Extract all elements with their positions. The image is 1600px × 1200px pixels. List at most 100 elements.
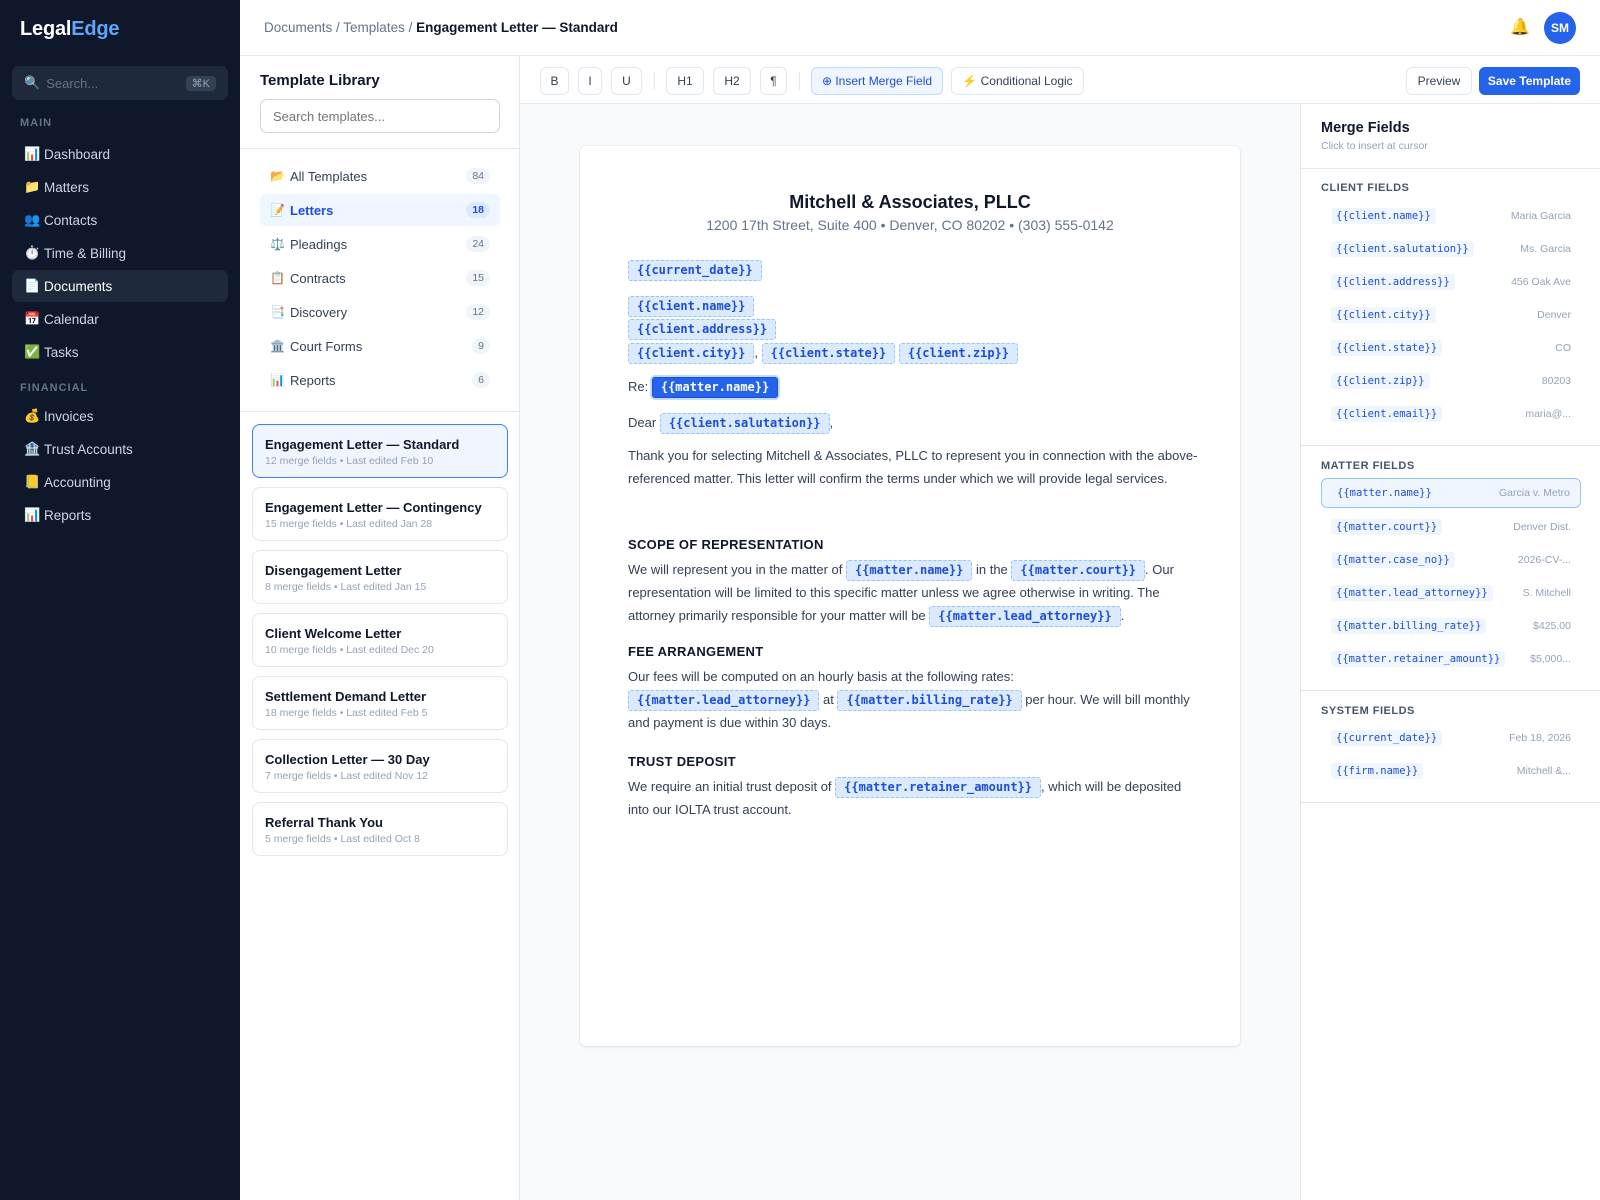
category-contracts[interactable]: 📋 Contracts 15 — [260, 262, 500, 294]
sidebar-search[interactable]: 🔍 Search... ⌘K — [12, 66, 228, 100]
category-reports[interactable]: 📊 Reports 6 — [260, 364, 500, 396]
app-logo[interactable]: LegalEdge — [20, 18, 120, 41]
category-letters[interactable]: 📝 Letters 18 — [260, 194, 500, 226]
merge-field-chip[interactable]: {{matter.billing_rate}} — [837, 690, 1022, 711]
category-court-forms[interactable]: 🏛️ Court Forms 9 — [260, 330, 500, 362]
merge-field-row[interactable]: {{matter.case_no}} 2026-CV-... — [1321, 545, 1581, 575]
field-code: {{current_date}} — [1331, 730, 1443, 746]
paragraph-button[interactable]: ¶ — [760, 67, 787, 95]
merge-field-chip[interactable]: {{current_date}} — [628, 260, 762, 281]
breadcrumb-separator: / — [332, 20, 344, 35]
field-value: Garcia v. Metro — [1499, 487, 1570, 499]
template-card[interactable]: Engagement Letter — Standard 12 merge fie… — [252, 424, 508, 478]
underline-button[interactable]: U — [611, 67, 642, 95]
section-heading: TRUST DEPOSIT — [628, 754, 736, 769]
document-page[interactable]: Mitchell & Associates, PLLC 1200 17th St… — [580, 146, 1240, 1046]
category-label: Letters — [290, 202, 334, 218]
merge-field-chip[interactable]: {{client.name}} — [628, 296, 755, 317]
category-discovery[interactable]: 📑 Discovery 12 — [260, 296, 500, 328]
template-card[interactable]: Settlement Demand Letter 18 merge fields … — [252, 676, 508, 730]
merge-field-row[interactable]: {{client.city}} Denver — [1321, 300, 1581, 330]
merge-field-chip[interactable]: {{matter.court}} — [1011, 560, 1146, 581]
template-card[interactable]: Disengagement Letter 8 merge fields • Las… — [252, 550, 508, 604]
bell-icon[interactable]: 🔔 — [1510, 17, 1530, 37]
field-value: 456 Oak Ave — [1511, 276, 1571, 288]
category-pleadings[interactable]: ⚖️ Pleadings 24 — [260, 228, 500, 260]
field-code: {{matter.lead_attorney}} — [1331, 585, 1493, 601]
template-card[interactable]: Engagement Letter — Contingency 15 merge … — [252, 487, 508, 541]
heading1-button[interactable]: H1 — [666, 67, 704, 95]
merge-field-row[interactable]: {{client.email}} maria@... — [1321, 399, 1581, 429]
merge-field-row[interactable]: {{client.name}} Maria Garcia — [1321, 201, 1581, 231]
merge-field-row[interactable]: {{current_date}} Feb 18, 2026 — [1321, 723, 1581, 753]
merge-field-row-active[interactable]: {{matter.name}} Garcia v. Metro — [1321, 478, 1581, 508]
template-meta: 8 merge fields • Last edited Jan 15 — [265, 581, 427, 593]
merge-field-row[interactable]: {{matter.lead_attorney}} S. Mitchell — [1321, 578, 1581, 608]
heading2-button[interactable]: H2 — [713, 67, 751, 95]
sidebar-item-documents[interactable]: 📄 Documents — [12, 270, 228, 302]
sidebar-item-reports[interactable]: 📊 Reports — [12, 499, 228, 531]
merge-field-chip[interactable]: {{matter.name}} — [845, 560, 973, 581]
template-card[interactable]: Referral Thank You 5 merge fields • Last … — [252, 802, 508, 856]
merge-field-chip[interactable]: {{client.zip}} — [898, 343, 1018, 364]
merge-field-chip[interactable]: {{client.salutation}} — [659, 413, 830, 434]
merge-field-chip[interactable]: {{client.state}} — [761, 343, 896, 364]
sidebar-item-tasks[interactable]: ✅ Tasks — [12, 336, 228, 368]
divider — [240, 411, 519, 412]
bold-button[interactable]: B — [540, 67, 569, 95]
money-bag-icon: 💰 — [24, 408, 41, 423]
doc-text: We will represent you in the matter of — [628, 562, 843, 577]
fee-paragraph: Our fees will be computed on an hourly b… — [628, 665, 1198, 734]
scope-paragraph: We will represent you in the matter of {… — [628, 558, 1198, 627]
doc-text: Our fees will be computed on an hourly b… — [628, 669, 1014, 684]
template-card[interactable]: Client Welcome Letter 10 merge fields • L… — [252, 613, 508, 667]
sidebar-item-trust-accounts[interactable]: 🏦 Trust Accounts — [12, 433, 228, 465]
save-template-button[interactable]: Save Template — [1479, 67, 1580, 95]
field-code: {{client.salutation}} — [1331, 241, 1474, 257]
category-count: 24 — [466, 236, 490, 252]
merge-field-row[interactable]: {{matter.court}} Denver Dist. — [1321, 512, 1581, 542]
merge-field-chip[interactable]: {{matter.retainer_amount}} — [835, 777, 1041, 798]
group-label-system: SYSTEM FIELDS — [1321, 705, 1415, 717]
template-search-input[interactable] — [260, 99, 500, 133]
topbar: Documents / Templates / Engagement Lette… — [240, 0, 1600, 56]
merge-field-chip[interactable]: {{client.city}} — [628, 343, 755, 364]
italic-button[interactable]: I — [578, 67, 602, 95]
merge-field-chip-selected[interactable]: {{matter.name}} — [651, 377, 779, 398]
template-library: Template Library 📂 All Templates 84 📝 Lette… — [240, 56, 520, 1200]
field-value: $5,000... — [1530, 653, 1571, 665]
category-label: Reports — [290, 372, 336, 388]
stopwatch-icon: ⏱️ — [24, 245, 41, 260]
breadcrumb-templates[interactable]: Templates — [343, 20, 405, 35]
preview-button[interactable]: Preview — [1406, 67, 1472, 95]
scales-icon: ⚖️ — [270, 237, 285, 251]
breadcrumb-documents[interactable]: Documents — [264, 20, 332, 35]
merge-field-chip[interactable]: {{client.address}} — [628, 319, 777, 340]
merge-field-row[interactable]: {{client.state}} CO — [1321, 333, 1581, 363]
sidebar-item-contacts[interactable]: 👥 Contacts — [12, 204, 228, 236]
sidebar-item-time-billing[interactable]: ⏱️ Time & Billing — [12, 237, 228, 269]
avatar[interactable]: SM — [1544, 12, 1576, 44]
field-code: {{client.city}} — [1331, 307, 1436, 323]
sidebar-item-calendar[interactable]: 📅 Calendar — [12, 303, 228, 335]
category-all-templates[interactable]: 📂 All Templates 84 — [260, 160, 500, 192]
merge-field-row[interactable]: {{firm.name}} Mitchell &... — [1321, 756, 1581, 786]
field-code: {{matter.case_no}} — [1331, 552, 1455, 568]
group-label-matter: MATTER FIELDS — [1321, 460, 1415, 472]
insert-merge-field-button[interactable]: ⊕ Insert Merge Field — [811, 67, 943, 95]
merge-field-row[interactable]: {{matter.billing_rate}} $425.00 — [1321, 611, 1581, 641]
template-card[interactable]: Collection Letter — 30 Day 7 merge fields… — [252, 739, 508, 793]
conditional-logic-button[interactable]: ⚡ Conditional Logic — [951, 67, 1084, 95]
merge-field-row[interactable]: {{matter.retainer_amount}} $5,000... — [1321, 644, 1581, 674]
sidebar-item-dashboard[interactable]: 📊 Dashboard — [12, 138, 228, 170]
merge-field-row[interactable]: {{client.salutation}} Ms. Garcia — [1321, 234, 1581, 264]
merge-field-chip[interactable]: {{matter.lead_attorney}} — [628, 690, 820, 711]
logo-text: Legal — [20, 18, 72, 40]
merge-field-row[interactable]: {{client.zip}} 80203 — [1321, 366, 1581, 396]
sidebar-item-accounting[interactable]: 📒 Accounting — [12, 466, 228, 498]
merge-field-chip[interactable]: {{matter.lead_attorney}} — [929, 606, 1121, 627]
sidebar-item-invoices[interactable]: 💰 Invoices — [12, 400, 228, 432]
sidebar-item-matters[interactable]: 📁 Matters — [12, 171, 228, 203]
divider — [240, 148, 519, 149]
merge-field-row[interactable]: {{client.address}} 456 Oak Ave — [1321, 267, 1581, 297]
